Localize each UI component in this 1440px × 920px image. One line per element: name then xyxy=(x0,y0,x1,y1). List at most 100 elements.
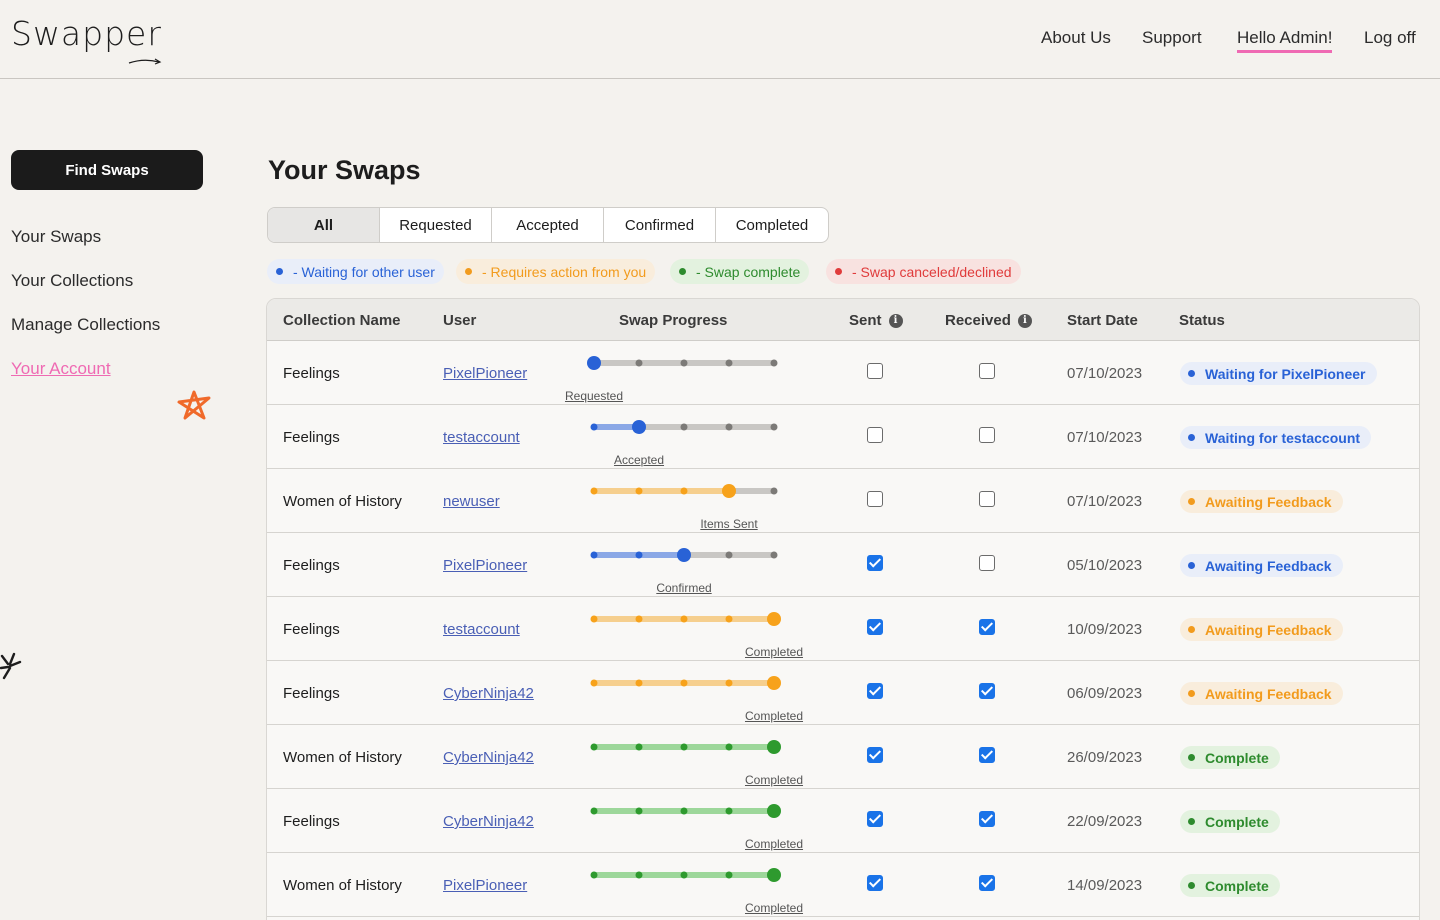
collection-name: Feelings xyxy=(283,557,340,574)
user-link[interactable]: PixelPioneer xyxy=(443,365,527,382)
info-icon[interactable]: i xyxy=(888,313,903,328)
received-checkbox[interactable] xyxy=(979,427,995,443)
progress-current-dot xyxy=(767,804,781,818)
collection-name: Feelings xyxy=(283,429,340,446)
progress-stage-label: Completed xyxy=(744,709,804,723)
sent-checkbox[interactable] xyxy=(867,683,883,699)
progress-step-dot xyxy=(725,423,733,431)
find-swaps-button[interactable]: Find Swaps xyxy=(11,150,203,190)
received-checkbox[interactable] xyxy=(979,811,995,827)
sent-checkbox[interactable] xyxy=(867,427,883,443)
swap-progress-track xyxy=(590,484,778,498)
status-dot xyxy=(1188,818,1195,825)
progress-step-dot xyxy=(725,359,733,367)
collection-name: Feelings xyxy=(283,365,340,382)
nav-hello-admin[interactable]: Hello Admin! xyxy=(1237,28,1333,53)
progress-step-dot xyxy=(590,743,598,751)
progress-current-dot xyxy=(767,612,781,626)
sidebar-item-your-account[interactable]: Your Account xyxy=(11,359,111,379)
received-checkbox[interactable] xyxy=(979,491,995,507)
user-link[interactable]: PixelPioneer xyxy=(443,877,527,894)
received-checkbox[interactable] xyxy=(979,875,995,891)
table-row: Feelings CyberNinja42 Completed 06/09/20… xyxy=(267,661,1419,725)
user-link[interactable]: newuser xyxy=(443,493,500,510)
progress-step-dot xyxy=(770,551,778,559)
received-checkbox[interactable] xyxy=(979,619,995,635)
sent-checkbox[interactable] xyxy=(867,619,883,635)
swap-progress-track xyxy=(590,420,778,434)
tab-all[interactable]: All xyxy=(268,208,380,242)
received-checkbox[interactable] xyxy=(979,363,995,379)
table-row: Feelings CyberNinja42 Completed 22/09/20… xyxy=(267,789,1419,853)
user-link[interactable]: PixelPioneer xyxy=(443,557,527,574)
sidebar-item-manage-collections[interactable]: Manage Collections xyxy=(11,315,160,335)
user-link[interactable]: CyberNinja42 xyxy=(443,749,534,766)
received-checkbox[interactable] xyxy=(979,683,995,699)
status-tabs: All Requested Accepted Confirmed Complet… xyxy=(267,207,829,243)
column-swap-progress: Swap Progress xyxy=(619,312,728,329)
swap-progress-track xyxy=(590,740,781,754)
swap-progress: Accepted xyxy=(589,419,819,467)
collection-name: Feelings xyxy=(283,621,340,638)
swap-progress-track xyxy=(590,676,781,690)
progress-step-dot xyxy=(590,679,598,687)
user-link[interactable]: CyberNinja42 xyxy=(443,813,534,830)
sent-checkbox[interactable] xyxy=(867,747,883,763)
sidebar-item-your-collections[interactable]: Your Collections xyxy=(11,271,133,291)
progress-stage-label: Items Sent xyxy=(700,517,758,531)
progress-step-dot xyxy=(725,551,733,559)
tab-accepted[interactable]: Accepted xyxy=(492,208,604,242)
nav-log-off[interactable]: Log off xyxy=(1364,28,1416,48)
user-link[interactable]: testaccount xyxy=(443,429,520,446)
progress-stage-label: Completed xyxy=(744,837,804,851)
sent-checkbox[interactable] xyxy=(867,811,883,827)
user-link[interactable]: testaccount xyxy=(443,621,520,638)
received-checkbox[interactable] xyxy=(979,555,995,571)
status-dot xyxy=(1188,690,1195,697)
swaps-table: Collection Name User Swap Progress Sent i… xyxy=(266,298,1420,920)
progress-step-dot xyxy=(590,807,598,815)
progress-step-dot xyxy=(725,615,733,623)
tab-confirmed[interactable]: Confirmed xyxy=(604,208,716,242)
sent-checkbox[interactable] xyxy=(867,875,883,891)
progress-current-dot xyxy=(767,676,781,690)
logo-swoosh-icon xyxy=(128,58,162,65)
progress-step-dot xyxy=(635,743,643,751)
swap-progress: Completed xyxy=(589,867,819,915)
swap-progress: Completed xyxy=(589,803,819,851)
tab-completed[interactable]: Completed xyxy=(716,208,828,242)
progress-current-dot xyxy=(632,420,646,434)
top-bar: Swapper About Us Support Hello Admin! Lo… xyxy=(0,0,1440,79)
swap-progress: Completed xyxy=(589,675,819,723)
info-icon[interactable]: i xyxy=(1017,313,1032,328)
user-link[interactable]: CyberNinja42 xyxy=(443,685,534,702)
status-dot xyxy=(1188,754,1195,761)
column-status: Status xyxy=(1179,312,1225,329)
sidebar-item-your-swaps[interactable]: Your Swaps xyxy=(11,227,101,247)
progress-step-dot xyxy=(680,423,688,431)
progress-step-dot xyxy=(770,359,778,367)
swap-progress-track xyxy=(590,868,781,882)
nav-support[interactable]: Support xyxy=(1142,28,1202,48)
status-dot xyxy=(1188,562,1195,569)
status-dot xyxy=(1188,882,1195,889)
table-header: Collection Name User Swap Progress Sent i… xyxy=(267,299,1419,341)
legend-swap-canceled: - Swap canceled/declined xyxy=(826,259,1021,284)
sent-checkbox[interactable] xyxy=(867,363,883,379)
table-row: Feelings PixelPioneer Confirmed 05/10/20… xyxy=(267,533,1419,597)
logo[interactable]: Swapper xyxy=(11,14,162,53)
progress-step-dot xyxy=(635,551,643,559)
table-row: Women of History newuser Items Sent 07/1… xyxy=(267,469,1419,533)
sent-checkbox[interactable] xyxy=(867,555,883,571)
sent-checkbox[interactable] xyxy=(867,491,883,507)
start-date: 06/09/2023 xyxy=(1067,685,1143,702)
table-row: Feelings testaccount Accepted 07/10/2023… xyxy=(267,405,1419,469)
nav-about-us[interactable]: About Us xyxy=(1041,28,1111,48)
progress-current-dot xyxy=(767,868,781,882)
progress-current-dot xyxy=(677,548,691,562)
start-date: 07/10/2023 xyxy=(1067,429,1143,446)
progress-step-dot xyxy=(680,487,688,495)
received-checkbox[interactable] xyxy=(979,747,995,763)
tab-requested[interactable]: Requested xyxy=(380,208,492,242)
swap-progress-track xyxy=(590,804,781,818)
